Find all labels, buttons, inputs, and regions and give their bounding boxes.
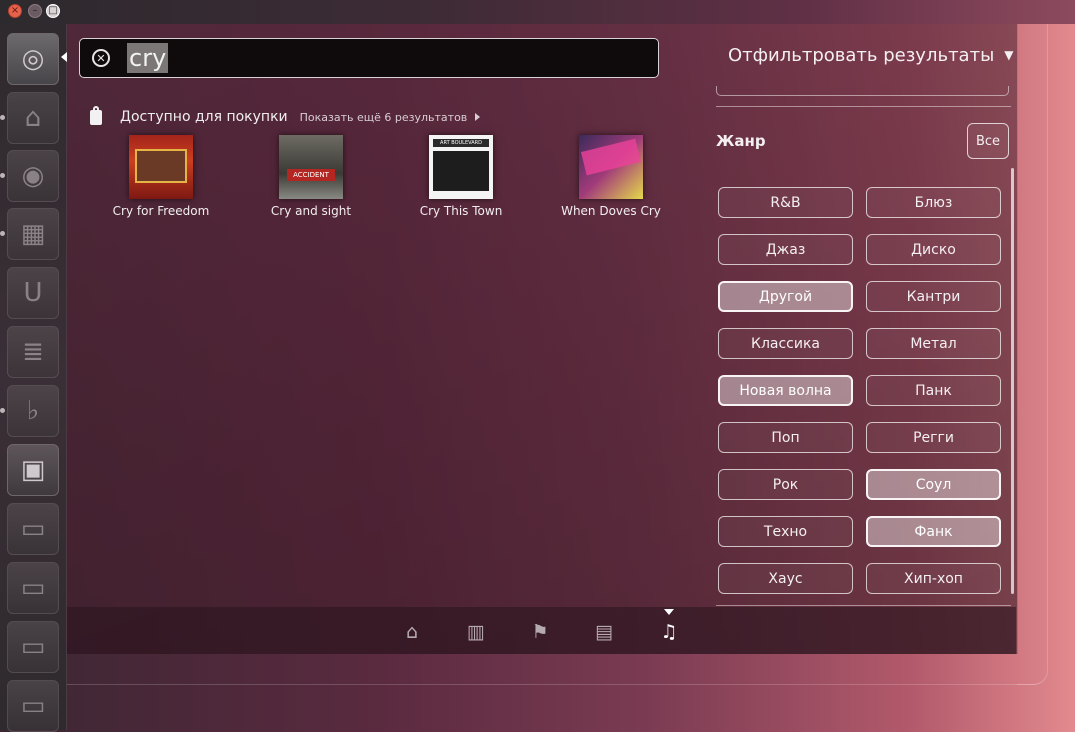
firefox-glyph: ◉: [21, 161, 45, 191]
drive-icon[interactable]: ▭: [7, 680, 59, 732]
top-panel: × – □: [0, 0, 1075, 24]
category-title: Доступно для покупки: [120, 109, 288, 125]
shopping-bag-icon: [90, 105, 102, 125]
result-item[interactable]: When Doves Cry: [551, 135, 671, 218]
genre-button-classical[interactable]: Классика: [718, 328, 853, 359]
banshee-glyph: ♭: [26, 396, 40, 426]
all-genres-button[interactable]: Все: [967, 123, 1009, 159]
genre-button-new-wave[interactable]: Новая волна: [718, 375, 853, 406]
search-input[interactable]: ✕ cry: [79, 38, 659, 78]
bookmark-lens-icon[interactable]: ⚑: [529, 621, 551, 643]
genre-button-pop[interactable]: Поп: [718, 422, 853, 453]
banshee-icon[interactable]: ♭: [7, 385, 59, 437]
running-indicator: [0, 231, 5, 236]
files-lens-icon[interactable]: ▤: [593, 621, 615, 643]
active-lens-indicator: [664, 609, 674, 615]
lens-bar: ⌂ ▥ ⚑ ▤ ♫: [67, 607, 1016, 654]
drive-icon[interactable]: ▭: [7, 562, 59, 614]
result-title: Cry and sight: [270, 204, 352, 218]
genre-button-funk[interactable]: Фанк: [866, 516, 1001, 547]
genre-title: Жанр: [716, 132, 766, 150]
drive-icon[interactable]: ▭: [7, 503, 59, 555]
result-item[interactable]: ART BOULEVARD Cry This Town: [401, 135, 521, 218]
filter-scrollbar[interactable]: [1011, 168, 1014, 594]
filter-results-toggle[interactable]: Отфильтровать результаты ▼: [728, 45, 1014, 66]
clear-search-icon[interactable]: ✕: [92, 49, 110, 67]
cover-text: ART BOULEVARD: [433, 139, 489, 147]
divider: [716, 106, 1011, 107]
genre-button-blues[interactable]: Блюз: [866, 187, 1001, 218]
album-cover: ART BOULEVARD: [429, 135, 493, 199]
range-ruler[interactable]: [716, 86, 1009, 96]
running-indicator: [0, 115, 5, 120]
software-center-glyph: ▦: [20, 219, 46, 249]
dash-border-bottom: [67, 654, 1047, 685]
show-more-link[interactable]: Показать ещё 6 результатов: [300, 111, 468, 124]
chevron-down-icon: ▼: [1004, 48, 1014, 62]
genre-button-hip-hop[interactable]: Хип-хоп: [866, 563, 1001, 594]
home-folder-glyph: ⌂: [24, 103, 42, 133]
genre-button-jazz[interactable]: Джаз: [718, 234, 853, 265]
dash-border: [1017, 24, 1048, 685]
libreoffice-writer-icon[interactable]: ≣: [7, 326, 59, 378]
music-lens-icon[interactable]: ♫: [658, 621, 680, 643]
filter-results-label: Отфильтровать результаты: [728, 45, 995, 66]
genre-button-rnb[interactable]: R&B: [718, 187, 853, 218]
software-center-icon[interactable]: ▦: [7, 208, 59, 260]
home-lens-icon[interactable]: ⌂: [401, 621, 423, 643]
category-header: Доступно для покупки Показать ещё 6 резу…: [90, 105, 481, 128]
ubuntu-logo-glyph: ◎: [21, 44, 45, 74]
drive-glyph: ▭: [20, 573, 46, 603]
applications-lens-icon[interactable]: ▥: [465, 621, 487, 643]
home-folder-icon[interactable]: ⌂: [7, 92, 59, 144]
ubuntu-one-icon[interactable]: U: [7, 267, 59, 319]
drive-glyph: ▭: [20, 514, 46, 544]
genre-button-other[interactable]: Другой: [718, 281, 853, 312]
filter-pane: Жанр Все R&B Блюз Джаз Диско Другой Кант…: [716, 86, 1014, 606]
ubuntu-logo-icon[interactable]: ◎: [7, 33, 59, 85]
result-item[interactable]: Cry for Freedom: [101, 135, 221, 218]
search-query[interactable]: cry: [127, 43, 169, 73]
firefox-icon[interactable]: ◉: [7, 150, 59, 202]
genre-button-metal[interactable]: Метал: [866, 328, 1001, 359]
album-cover: ACCIDENT: [279, 135, 343, 199]
cover-text: ACCIDENT: [287, 169, 335, 181]
drive-icon[interactable]: ▭: [7, 621, 59, 673]
genre-button-reggae[interactable]: Регги: [866, 422, 1001, 453]
album-cover: [579, 135, 643, 199]
workspace-switcher-icon[interactable]: ▣: [7, 444, 59, 496]
genre-button-country[interactable]: Кантри: [866, 281, 1001, 312]
result-title: When Doves Cry: [561, 204, 661, 218]
drive-glyph: ▭: [20, 691, 46, 721]
minimize-icon[interactable]: –: [28, 4, 42, 18]
writer-glyph: ≣: [22, 337, 44, 367]
genre-button-rock[interactable]: Рок: [718, 469, 853, 500]
result-title: Cry for Freedom: [112, 204, 210, 218]
running-indicator: [0, 173, 5, 178]
genre-button-punk[interactable]: Панк: [866, 375, 1001, 406]
running-indicator: [0, 408, 5, 413]
result-item[interactable]: ACCIDENT Cry and sight: [251, 135, 371, 218]
drive-glyph: ▭: [20, 632, 46, 662]
result-title: Cry This Town: [419, 204, 503, 218]
genre-button-techno[interactable]: Техно: [718, 516, 853, 547]
ubuntu-one-glyph: U: [23, 278, 43, 308]
divider: [716, 605, 1011, 606]
genre-button-soul[interactable]: Соул: [866, 469, 1001, 500]
maximize-icon[interactable]: □: [46, 4, 60, 18]
workspace-glyph: ▣: [20, 455, 46, 485]
genre-button-house[interactable]: Хаус: [718, 563, 853, 594]
arrow-right-icon[interactable]: [475, 113, 481, 121]
album-cover: [129, 135, 193, 199]
close-icon[interactable]: ×: [8, 4, 22, 18]
genre-button-disco[interactable]: Диско: [866, 234, 1001, 265]
